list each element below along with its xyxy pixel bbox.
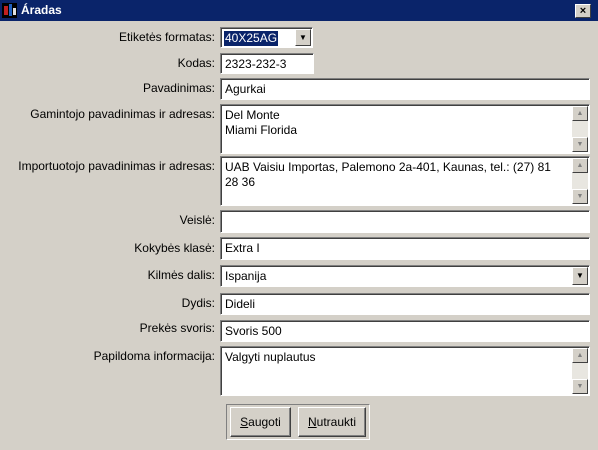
label-quality: Kokybės klasė: xyxy=(134,241,215,255)
label-manufacturer: Gamintojo pavadinimas ir adresas: xyxy=(30,107,215,121)
label-extra: Papildoma informacija: xyxy=(93,349,215,363)
variety-input[interactable] xyxy=(220,210,590,233)
scroll-up-icon[interactable]: ▲ xyxy=(572,158,588,173)
code-value: 2323-232-3 xyxy=(225,57,287,71)
close-button[interactable]: × xyxy=(575,4,591,18)
dropdown-arrow-icon[interactable]: ▼ xyxy=(572,267,588,285)
cancel-button[interactable]: Nutraukti xyxy=(298,407,366,437)
format-selected-value: 40X25AG xyxy=(222,30,280,47)
dropdown-arrow-icon[interactable]: ▼ xyxy=(295,29,311,46)
scroll-up-icon[interactable]: ▲ xyxy=(572,348,588,363)
size-input[interactable]: Dideli xyxy=(220,293,590,315)
weight-value: Svoris 500 xyxy=(225,324,282,338)
scroll-down-icon[interactable]: ▼ xyxy=(572,189,588,204)
name-value: Agurkai xyxy=(225,82,266,96)
label-importer: Importuotojo pavadinimas ir adresas: xyxy=(18,159,215,173)
label-variety: Veislė: xyxy=(179,213,215,227)
importer-scrollbar[interactable]: ▲ ▼ xyxy=(572,158,588,204)
scroll-down-icon[interactable]: ▼ xyxy=(572,137,588,152)
origin-value: Ispanija xyxy=(225,269,267,283)
name-input[interactable]: Agurkai xyxy=(220,78,590,100)
quality-input[interactable]: Extra I xyxy=(220,237,590,260)
weight-input[interactable]: Svoris 500 xyxy=(220,320,590,342)
format-dropdown[interactable]: 40X25AG ▼ xyxy=(220,27,313,48)
title-bar[interactable]: Áradas × xyxy=(0,0,598,21)
importer-value: UAB Vaisiu Importas, Palemono 2a-401, Ka… xyxy=(225,160,555,189)
importer-textarea[interactable]: UAB Vaisiu Importas, Palemono 2a-401, Ka… xyxy=(220,156,590,206)
label-name: Pavadinimas: xyxy=(142,81,215,95)
code-input[interactable]: 2323-232-3 xyxy=(220,53,314,74)
app-icon xyxy=(2,3,17,18)
label-origin: Kilmės dalis: xyxy=(147,268,215,282)
origin-dropdown[interactable]: Ispanija ▼ xyxy=(220,265,590,287)
size-value: Dideli xyxy=(225,297,256,311)
save-button[interactable]: Saugoti xyxy=(230,407,291,437)
extra-textarea[interactable]: Valgyti nuplautus ▲ ▼ xyxy=(220,346,590,396)
extra-scrollbar[interactable]: ▲ ▼ xyxy=(572,348,588,394)
cancel-hotkey: N xyxy=(307,415,317,429)
manufacturer-scrollbar[interactable]: ▲ ▼ xyxy=(572,106,588,152)
scroll-up-icon[interactable]: ▲ xyxy=(572,106,588,121)
cancel-label: utraukti xyxy=(316,415,357,429)
save-label: augoti xyxy=(248,415,281,429)
extra-value: Valgyti nuplautus xyxy=(225,350,316,364)
save-hotkey: S xyxy=(240,415,249,429)
manufacturer-textarea[interactable]: Del Monte Miami Florida ▲ ▼ xyxy=(220,104,590,154)
label-code: Kodas: xyxy=(177,56,215,70)
scroll-down-icon[interactable]: ▼ xyxy=(572,379,588,394)
label-format: Etiketės formatas: xyxy=(118,30,215,44)
label-weight: Prekės svoris: xyxy=(139,321,215,335)
window-title: Áradas xyxy=(21,3,62,17)
manufacturer-value: Del Monte Miami Florida xyxy=(225,108,298,137)
label-size: Dydis: xyxy=(181,296,215,310)
quality-value: Extra I xyxy=(225,241,260,255)
